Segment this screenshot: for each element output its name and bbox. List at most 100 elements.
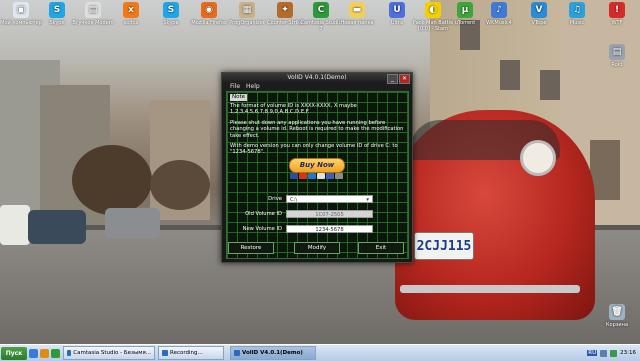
desktop-icon-label: Новая папка	[340, 20, 374, 26]
desktop-icon-label: Корзина	[605, 322, 629, 328]
desktop-icon-label: WKMusic4	[486, 20, 512, 26]
old-id-field: 1C07-2505	[286, 210, 373, 218]
modify-button[interactable]: Modify	[294, 242, 340, 254]
desktop-icon-label: xolfox	[123, 20, 139, 26]
license-plate: 2CJJ115	[414, 232, 474, 260]
taskbar-item-label: VolID V4.0.1(Demo)	[242, 350, 303, 356]
new-id-label: New Volume ID	[242, 226, 282, 232]
desktop-icon-label: Mozilla Firefox	[191, 20, 227, 26]
window-titlebar[interactable]: VolID V4.0.1(Demo) _ ✕	[222, 73, 412, 84]
camtasia-studio-7-icon: C	[313, 2, 329, 18]
quick-launch-icon[interactable]	[40, 348, 49, 358]
payment-card-icon	[326, 173, 334, 179]
skype-icon: S	[163, 2, 179, 18]
rokt-icon: ▤	[609, 44, 625, 60]
close-button[interactable]: ✕	[399, 74, 410, 84]
desktop-icon-новая-папка[interactable]: ▬ Новая папка	[336, 2, 378, 26]
buy-now-button[interactable]: Buy Now	[289, 158, 345, 173]
desktop-icon-корзина[interactable]: 🗑 Корзина	[596, 304, 638, 328]
taskbar-item[interactable]: VolID V4.0.1(Demo)	[230, 346, 316, 360]
новая-папка-icon: ▬	[349, 2, 365, 18]
utorrent-icon: µ	[457, 2, 473, 18]
payment-card-icon	[290, 173, 298, 179]
payment-card-icon	[335, 173, 343, 179]
desktop-icon-label: Skype	[163, 20, 179, 26]
payment-cards	[290, 173, 343, 179]
quick-launch-icon[interactable]	[51, 348, 60, 358]
taskbar-item-label: Recording...	[170, 350, 203, 356]
desktop-icon-wtf[interactable]: ! WTF	[596, 2, 638, 26]
note-reboot: Please shut down any applications you ha…	[230, 119, 404, 139]
desktop-icon-rokt[interactable]: ▤ Rokt	[596, 44, 638, 68]
note-tag: Note	[230, 94, 248, 101]
progorganizer-icon: ▦	[239, 2, 255, 18]
desktop-icon-vtope[interactable]: V VTope	[518, 2, 560, 26]
payment-card-icon	[299, 173, 307, 179]
drive-value: C:\	[290, 197, 298, 203]
desktop-icon-label: VTope	[531, 20, 547, 26]
мой-компьютер-icon: ▣	[13, 2, 29, 18]
desktop-icon-label: Rokt	[611, 62, 623, 68]
note-format: The format of volume ID is XXXX-XXXX, X …	[230, 103, 357, 116]
vtope-icon: V	[531, 2, 547, 18]
window-icon	[67, 350, 72, 356]
window-icon	[234, 350, 240, 356]
menu-help[interactable]: Help	[246, 83, 260, 91]
taskbar-item[interactable]: Camtasia Studio - Безымя...	[63, 346, 155, 360]
desktop-icon-progorganizer[interactable]: ▦ ProgOrganizer	[226, 2, 268, 26]
start-button[interactable]: Пуск	[1, 346, 27, 360]
drive-label: Drive	[268, 196, 282, 202]
drive-row: Drive C:\ ▾	[222, 195, 373, 203]
task-list: Camtasia Studio - Безымя... Recording... V…	[60, 346, 316, 360]
note-demo: With demo version you can only change vo…	[230, 143, 398, 156]
counter-strike-icon: ✦	[277, 2, 293, 18]
desktop-icon-music[interactable]: ♫ Music	[556, 2, 598, 26]
music-icon: ♫	[569, 2, 585, 18]
payment-card-icon	[317, 173, 325, 179]
desktop-icon-label: Music	[569, 20, 585, 26]
payment-card-icon	[308, 173, 316, 179]
quick-launch-icon[interactable]	[29, 348, 38, 358]
mozilla-firefox-icon: ◉	[201, 2, 217, 18]
exit-button[interactable]: Exit	[358, 242, 404, 254]
network-icon[interactable]	[610, 349, 618, 357]
pack-man-battle-0-0-stam-icon: ◐	[425, 2, 441, 18]
quick-launch	[27, 348, 60, 358]
xolfox-icon: x	[123, 2, 139, 18]
window-title: VolID V4.0.1(Demo)	[287, 74, 347, 81]
wkmusic4-icon: ♪	[491, 2, 507, 18]
menu-file[interactable]: File	[230, 83, 240, 91]
chevron-down-icon: ▾	[366, 197, 369, 203]
desktop-icon-mozilla-firefox[interactable]: ◉ Mozilla Firefox	[188, 2, 230, 26]
drive-select[interactable]: C:\ ▾	[286, 195, 373, 203]
restore-button[interactable]: Restore	[228, 242, 274, 254]
desktop-icon-label: WTF	[611, 20, 623, 26]
вгучкое-modem-icon: ▤	[85, 2, 101, 18]
note-text: The format of volume ID is XXXX-XXXX, X …	[230, 103, 404, 160]
taskbar-item-label: Camtasia Studio - Безымя...	[73, 350, 151, 356]
old-id-label: Old Volume ID	[245, 211, 282, 217]
ultra-icon: U	[389, 2, 405, 18]
desktop-icon-label: ProgOrganizer	[229, 20, 265, 26]
language-indicator[interactable]: RU	[587, 350, 598, 356]
desktop-icon-вгучкое-modem[interactable]: ▤ Вгучкое Modem	[72, 2, 114, 26]
new-id-input[interactable]: 1234-5678	[286, 225, 373, 233]
new-id-row: New Volume ID 1234-5678	[222, 225, 373, 233]
desktop-icon-xolfox[interactable]: x xolfox	[110, 2, 152, 26]
desktop-icon-wkmusic4[interactable]: ♪ WKMusic4	[478, 2, 520, 26]
wtf-icon: !	[609, 2, 625, 18]
old-id-row: Old Volume ID 1C07-2505	[222, 210, 373, 218]
taskbar-item[interactable]: Recording...	[158, 346, 224, 360]
desktop-icon-skype[interactable]: S Skype	[150, 2, 192, 26]
taskbar: Пуск Camtasia Studio - Безымя... Recordin…	[0, 344, 640, 361]
system-tray: RU 23:16	[587, 345, 640, 361]
start-label: Пуск	[5, 349, 23, 357]
корзина-icon: 🗑	[609, 304, 625, 320]
minimize-button[interactable]: _	[387, 74, 398, 84]
skype-icon: S	[49, 2, 65, 18]
window-icon	[162, 350, 168, 356]
desktop-icon-label: Вгучкое Modem	[72, 20, 114, 26]
clock[interactable]: 23:16	[620, 350, 636, 356]
volume-icon[interactable]	[600, 349, 608, 357]
menu-bar: File Help	[222, 83, 412, 91]
